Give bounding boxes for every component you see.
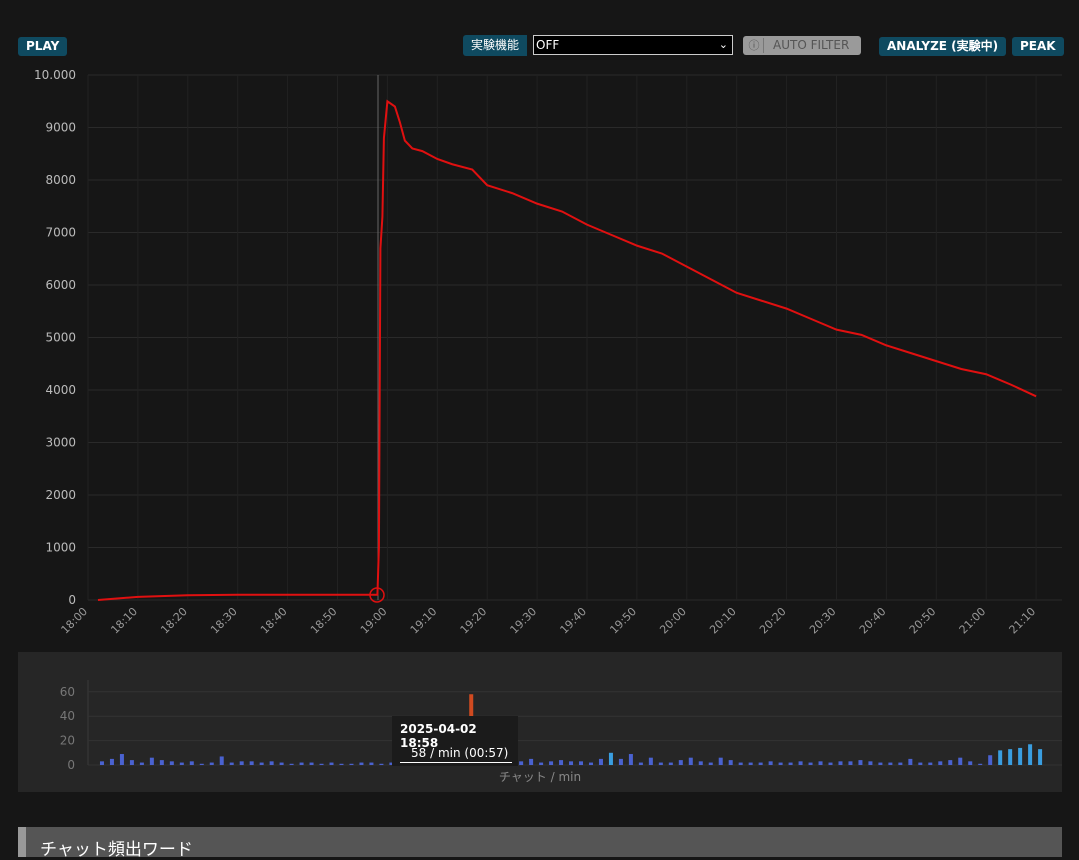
bar [928,762,933,765]
bar [159,760,164,765]
bar [588,762,593,765]
bar [119,754,124,765]
bar [149,757,154,765]
bar [249,761,254,765]
bar [898,762,903,765]
bar [299,762,304,765]
x-axis-label: チャット / min [499,770,581,784]
bar [529,758,534,765]
bar [379,763,384,765]
bar [918,762,923,765]
section-title: チャット頻出ワード [40,840,193,860]
bar [539,762,544,765]
bar [858,760,863,765]
chat-rate-bar-chart[interactable]: 0 20 40 60 チャット / min [0,0,1079,800]
bar [259,762,264,765]
bar [838,761,843,765]
bar [598,758,603,765]
bar [738,762,743,765]
bar [559,760,564,765]
bar [99,761,104,765]
bar [748,762,753,765]
bar [109,758,114,765]
bar [968,761,973,765]
bar [698,761,703,765]
bar [758,762,763,765]
bar [169,761,174,765]
bar [179,762,184,765]
bar [349,763,354,765]
y-tick-label: 60 [60,685,75,699]
bar [788,762,793,765]
bar [958,757,963,765]
bar [978,763,983,765]
y-tick-label: 20 [60,734,75,748]
y-tick-label: 0 [67,758,75,772]
bar [868,761,873,765]
bar [938,761,943,765]
bar [888,762,893,765]
bar [329,762,334,765]
bar [908,758,913,765]
bar [998,750,1003,765]
bar [818,761,823,765]
bar [569,761,574,765]
bar [1018,747,1023,765]
bar [289,763,294,765]
bar [638,762,643,765]
bar [618,758,623,765]
bar [369,762,374,765]
y-tick-label: 40 [60,709,75,723]
bar [778,762,783,765]
bar [708,762,713,765]
bar [718,757,723,765]
bar [828,762,833,765]
bar [648,757,653,765]
bar [339,763,344,765]
bar [688,757,693,765]
bar [319,763,324,765]
bar [579,761,584,765]
bar [519,761,524,765]
bar [1038,749,1043,765]
bar [279,762,284,765]
bar [808,762,813,765]
section-header: チャット頻出ワード [18,827,1062,860]
bar [728,760,733,765]
bar [189,761,194,765]
bar [668,762,673,765]
tooltip: 2025-04-02 18:58 58 / min (00:57) [392,716,518,766]
bar [209,762,214,765]
bar [129,760,134,765]
bar [549,761,554,765]
tooltip-value: 58 / min (00:57) [411,746,509,760]
bar [139,762,144,765]
bar [219,756,224,765]
bar [678,760,683,765]
bar [239,761,244,765]
bar [309,762,314,765]
bar [269,761,274,765]
bar [798,761,803,765]
bar [1028,744,1033,765]
bar [878,762,883,765]
bar [359,762,364,765]
bar [1008,749,1013,765]
bar [608,752,613,765]
bar [948,760,953,765]
bar [628,754,633,765]
bar [229,762,234,765]
bar [199,763,204,765]
bar [768,761,773,765]
bar [988,755,993,765]
bar [658,762,663,765]
bar [848,761,853,765]
